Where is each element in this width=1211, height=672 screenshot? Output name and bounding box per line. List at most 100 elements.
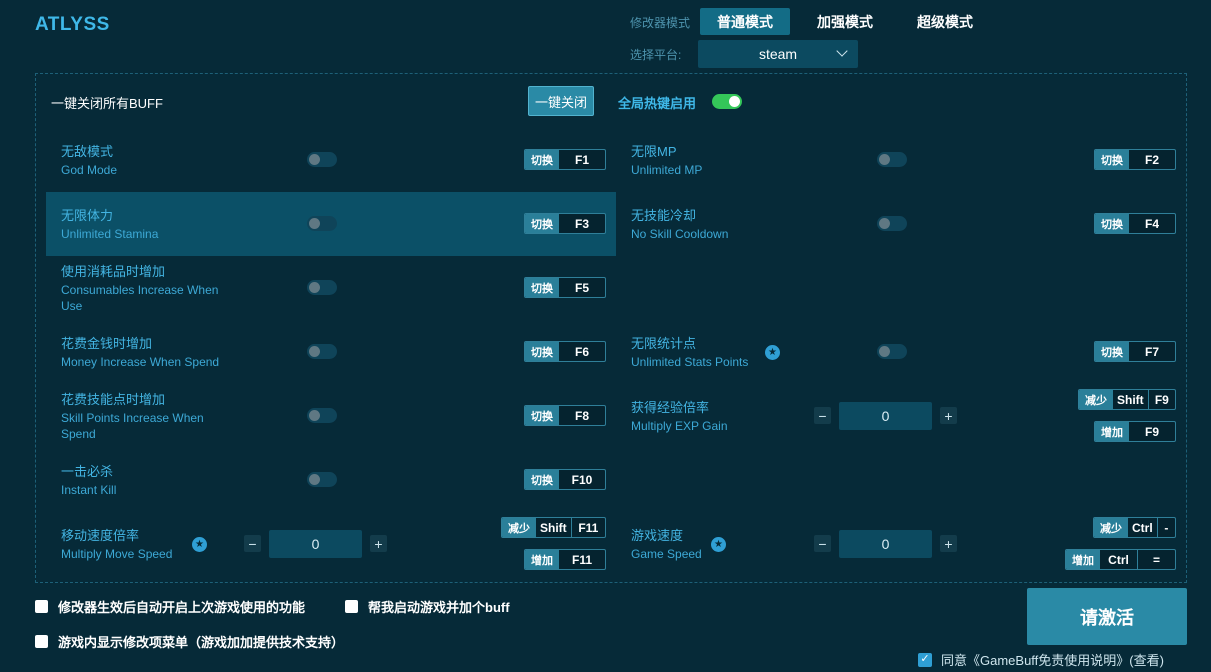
cheat-panel [35, 73, 1187, 583]
cheat-label-cn: 使用消耗品时增加 [61, 264, 165, 280]
slider-label-cn: 移动速度倍率 [61, 528, 139, 544]
no-skill-cooldown-hotkey[interactable]: 切换 F4 [1094, 213, 1176, 234]
game-speed-minus-button[interactable]: − [814, 535, 831, 552]
skill-points-increase-toggle[interactable] [307, 408, 337, 423]
exp-plus-button[interactable]: + [940, 407, 957, 424]
activate-button[interactable]: 请激活 [1027, 588, 1187, 645]
auto-enable-checkbox[interactable] [35, 600, 48, 613]
cheat-label-cn: 无技能冷却 [631, 208, 696, 224]
instant-kill-hotkey[interactable]: 切换 F10 [524, 469, 606, 490]
star-icon: ★ [711, 537, 726, 552]
mode-enhanced-button[interactable]: 加强模式 [800, 8, 890, 35]
cheat-label-cn: 花费技能点时增加 [61, 392, 165, 408]
hotkey-key: F3 [559, 214, 605, 233]
hotkey-modifier: Shift [536, 518, 571, 537]
hotkey-action: 切换 [525, 150, 559, 169]
app-title: ATLYSS [35, 14, 110, 36]
auto-enable-option[interactable]: 修改器生效后自动开启上次游戏使用的功能 [35, 597, 305, 616]
hotkey-action: 增加 [1066, 550, 1100, 569]
cheat-label-cn: 一击必杀 [61, 464, 113, 480]
platform-select[interactable]: steam [698, 40, 858, 68]
move-speed-plus-button[interactable]: + [370, 535, 387, 552]
exp-increase-hotkey[interactable]: 增加 F9 [1094, 421, 1176, 442]
unlimited-mp-toggle[interactable] [877, 152, 907, 167]
cheat-label-en: Money Increase When Spend [61, 354, 219, 370]
cheat-label-en: Skill Points Increase When [61, 410, 204, 426]
show-menu-option[interactable]: 游戏内显示修改项菜单（游戏加加提供技术支持） [35, 632, 344, 651]
agree-terms-label[interactable]: 同意《GameBuff免责使用说明》(查看) [941, 650, 1164, 669]
hotkey-action: 切换 [525, 342, 559, 361]
cheat-label-en: Unlimited Stats Points [631, 354, 748, 370]
hotkey-action: 减少 [502, 518, 536, 537]
cheat-label-en: Use [61, 298, 82, 314]
game-speed-value-input[interactable]: 0 [839, 530, 932, 558]
instant-kill-toggle[interactable] [307, 472, 337, 487]
hotkey-modifier: Ctrl [1128, 518, 1157, 537]
game-speed-increase-hotkey[interactable]: 增加 Ctrl = [1065, 549, 1176, 570]
move-speed-increase-hotkey[interactable]: 增加 F11 [524, 549, 606, 570]
close-all-buff-label: 一键关闭所有BUFF [51, 93, 163, 112]
agree-terms[interactable]: ✓ 同意《GameBuff免责使用说明》(查看) [918, 650, 1164, 669]
platform-value: steam [759, 46, 797, 62]
check-icon[interactable]: ✓ [918, 653, 932, 667]
cheat-label-cn: 无限统计点 [631, 336, 696, 352]
unlimited-mp-hotkey[interactable]: 切换 F2 [1094, 149, 1176, 170]
hotkey-action: 切换 [1095, 342, 1129, 361]
hotkey-key: F4 [1129, 214, 1175, 233]
hotkey-action: 切换 [525, 406, 559, 425]
no-skill-cooldown-toggle[interactable] [877, 216, 907, 231]
slider-label-cn: 获得经验倍率 [631, 400, 709, 416]
hotkey-key: F6 [559, 342, 605, 361]
cheat-label-en: Spend [61, 426, 96, 442]
money-increase-hotkey[interactable]: 切换 F6 [524, 341, 606, 362]
cheat-label-cn: 无限体力 [61, 208, 113, 224]
platform-label: 选择平台: [630, 46, 681, 63]
mode-super-button[interactable]: 超级模式 [900, 8, 990, 35]
hotkey-action: 增加 [1095, 422, 1129, 441]
close-all-button[interactable]: 一键关闭 [528, 86, 594, 116]
move-speed-minus-button[interactable]: − [244, 535, 261, 552]
skill-points-increase-hotkey[interactable]: 切换 F8 [524, 405, 606, 426]
unlimited-stats-toggle[interactable] [877, 344, 907, 359]
consumables-increase-hotkey[interactable]: 切换 F5 [524, 277, 606, 298]
cheat-label-en: God Mode [61, 162, 117, 178]
unlimited-stats-hotkey[interactable]: 切换 F7 [1094, 341, 1176, 362]
hotkey-action: 切换 [1095, 150, 1129, 169]
mode-label: 修改器模式 [630, 14, 690, 31]
exp-value-input[interactable]: 0 [839, 402, 932, 430]
exp-minus-button[interactable]: − [814, 407, 831, 424]
hotkey-key: F10 [559, 470, 605, 489]
hotkey-key: F8 [559, 406, 605, 425]
game-speed-plus-button[interactable]: + [940, 535, 957, 552]
exp-decrease-hotkey[interactable]: 减少 Shift F9 [1078, 389, 1176, 410]
cheat-label-cn: 无敌模式 [61, 144, 113, 160]
slider-label-en: Game Speed [631, 546, 702, 562]
move-speed-value-input[interactable]: 0 [269, 530, 362, 558]
hotkey-action: 切换 [525, 470, 559, 489]
game-speed-decrease-hotkey[interactable]: 减少 Ctrl - [1093, 517, 1176, 538]
hotkey-action: 减少 [1079, 390, 1113, 409]
mode-normal-button[interactable]: 普通模式 [700, 8, 790, 35]
show-menu-checkbox[interactable] [35, 635, 48, 648]
god-mode-toggle[interactable] [307, 152, 337, 167]
money-increase-toggle[interactable] [307, 344, 337, 359]
star-icon: ★ [192, 537, 207, 552]
launch-buff-checkbox[interactable] [345, 600, 358, 613]
global-hotkey-toggle[interactable] [712, 94, 742, 109]
slider-label-en: Multiply Move Speed [61, 546, 172, 562]
cheat-label-en: Unlimited MP [631, 162, 702, 178]
slider-label-en: Multiply EXP Gain [631, 418, 728, 434]
hotkey-key: = [1137, 550, 1175, 569]
launch-buff-option[interactable]: 帮我启动游戏并加个buff [345, 597, 510, 616]
show-menu-label: 游戏内显示修改项菜单（游戏加加提供技术支持） [58, 632, 344, 651]
consumables-increase-toggle[interactable] [307, 280, 337, 295]
move-speed-decrease-hotkey[interactable]: 减少 Shift F11 [501, 517, 606, 538]
unlimited-stamina-toggle[interactable] [307, 216, 337, 231]
hotkey-key: F11 [571, 518, 605, 537]
auto-enable-label: 修改器生效后自动开启上次游戏使用的功能 [58, 597, 305, 616]
god-mode-hotkey[interactable]: 切换 F1 [524, 149, 606, 170]
star-icon: ★ [765, 345, 780, 360]
cheat-label-en: Unlimited Stamina [61, 226, 158, 242]
unlimited-stamina-hotkey[interactable]: 切换 F3 [524, 213, 606, 234]
cheat-label-en: Instant Kill [61, 482, 116, 498]
